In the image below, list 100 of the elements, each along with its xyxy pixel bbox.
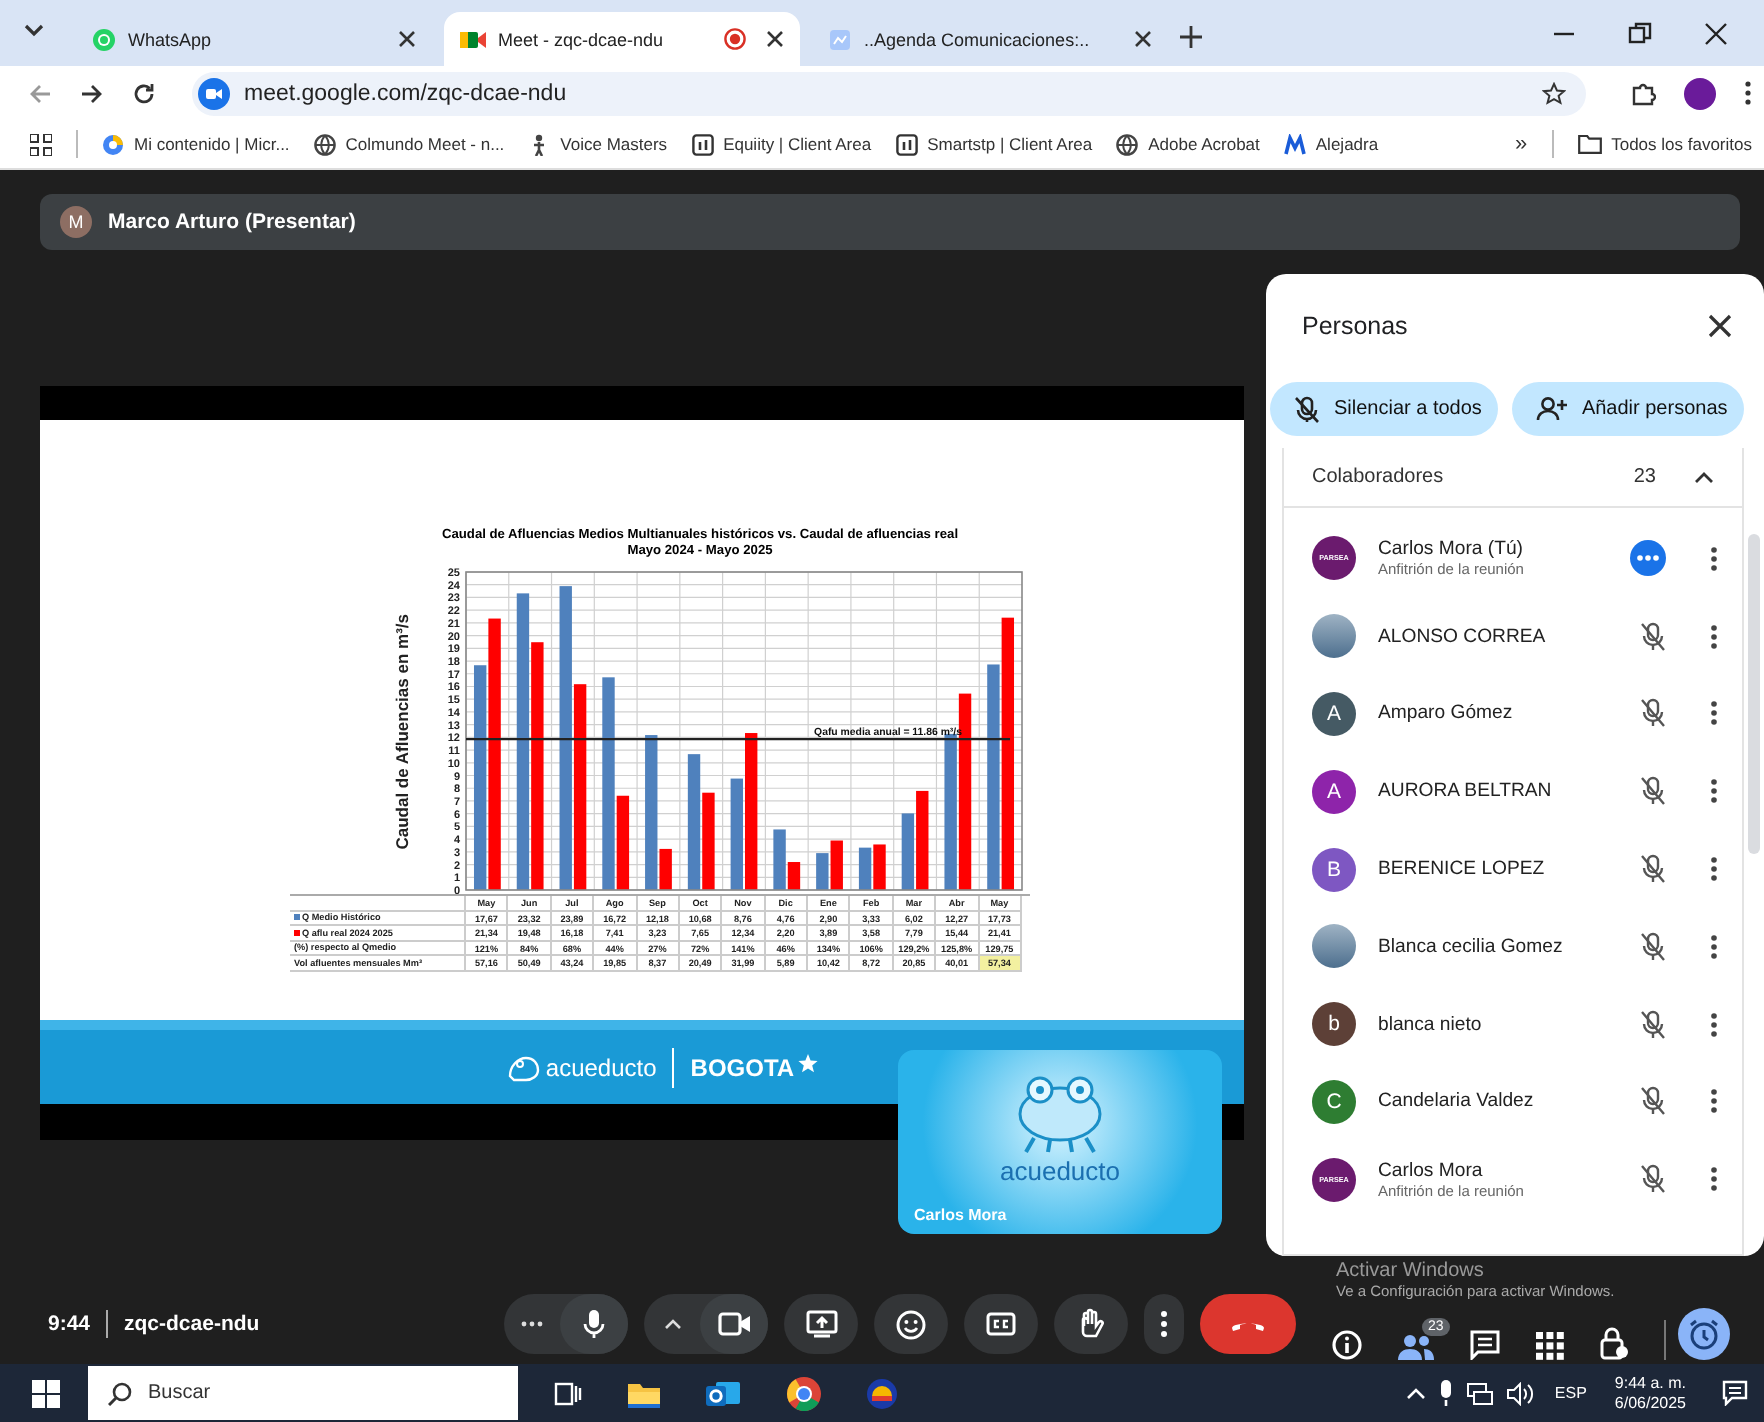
address-bar[interactable]: meet.google.com/zqc-dcae-ndu <box>192 71 1586 115</box>
more-vertical-icon[interactable] <box>1710 1166 1718 1193</box>
profile-avatar[interactable] <box>1684 77 1716 109</box>
search-icon <box>108 1382 132 1406</box>
more-vertical-icon[interactable] <box>1710 545 1718 572</box>
chat-icon[interactable] <box>1470 1330 1500 1360</box>
all-bookmarks-link[interactable]: Todos los favoritos <box>1577 134 1752 154</box>
microphone-icon[interactable] <box>1438 1380 1455 1406</box>
present-screen-icon <box>805 1310 837 1338</box>
section-header[interactable]: Colaboradores 23 <box>1284 448 1742 508</box>
bookmark-link[interactable]: Alejadra <box>1283 133 1379 155</box>
logo-text: acueducto <box>1000 1156 1120 1186</box>
muted-mic-icon[interactable] <box>1640 1086 1666 1117</box>
task-view-icon[interactable] <box>554 1381 582 1405</box>
more-vertical-icon[interactable] <box>1710 856 1718 883</box>
muted-mic-icon[interactable] <box>1640 776 1666 807</box>
emoji-button[interactable] <box>874 1294 948 1354</box>
add-person-icon <box>1535 396 1568 422</box>
browser-tab[interactable]: WhatsApp <box>76 12 432 66</box>
avatar-initial: A <box>1312 769 1356 814</box>
microphone-button[interactable] <box>560 1294 628 1354</box>
bookmark-link[interactable]: Colmundo Meet - n... <box>313 133 505 155</box>
new-tab-icon[interactable] <box>1180 26 1202 48</box>
microphone-icon <box>582 1308 606 1340</box>
muted-mic-icon[interactable] <box>1640 1164 1666 1195</box>
more-vertical-icon[interactable] <box>1710 623 1718 650</box>
emoji-icon <box>896 1309 926 1339</box>
close-icon[interactable] <box>1704 22 1728 46</box>
more-vertical-icon[interactable] <box>1710 1088 1718 1115</box>
raise-hand-button[interactable] <box>1054 1294 1128 1354</box>
more-vertical-icon[interactable] <box>1710 700 1718 727</box>
restore-icon[interactable] <box>1628 22 1652 46</box>
chat-bubble-icon <box>92 27 116 51</box>
meeting-code: zqc-dcae-ndu <box>124 1312 260 1336</box>
close-icon[interactable] <box>398 30 416 48</box>
bookmark-link[interactable]: Voice Masters <box>528 133 668 155</box>
muted-mic-icon[interactable] <box>1640 621 1666 652</box>
network-icon[interactable] <box>1466 1381 1495 1405</box>
square-logo-icon <box>895 133 918 155</box>
square-logo-icon <box>691 133 714 155</box>
reload-icon[interactable] <box>132 81 156 105</box>
bookmark-link[interactable]: Smartstp | Client Area <box>895 133 1093 155</box>
input-language[interactable]: ESP <box>1554 1384 1587 1402</box>
browser-tab[interactable]: ..Agenda Comunicaciones:.. <box>812 12 1168 66</box>
phone-hangup-button[interactable] <box>1200 1294 1296 1354</box>
close-icon[interactable] <box>766 30 784 48</box>
mail-app-icon[interactable] <box>706 1377 742 1409</box>
caret-up-icon <box>663 1318 681 1330</box>
mute-all-button[interactable]: Silenciar a todos <box>1270 382 1498 436</box>
participant-name: AURORA BELTRAN <box>1378 780 1554 803</box>
people-icon[interactable] <box>1398 1334 1434 1360</box>
avatar-initial: C <box>1312 1079 1356 1124</box>
muted-mic-icon[interactable] <box>1640 1009 1666 1040</box>
browser-tab[interactable]: Meet - zqc-dcae-ndu <box>444 12 800 66</box>
close-icon[interactable] <box>1708 313 1732 337</box>
clock-time[interactable]: 9:44 a. m. <box>1614 1373 1686 1393</box>
puzzle-icon[interactable] <box>1630 80 1656 106</box>
captions-button[interactable] <box>964 1294 1038 1354</box>
more-vertical-icon[interactable] <box>1710 778 1718 805</box>
more-vertical-icon[interactable] <box>1744 80 1752 106</box>
avatar-photo <box>1312 614 1356 659</box>
camera-button[interactable] <box>700 1294 768 1354</box>
info-icon[interactable] <box>1332 1330 1362 1360</box>
more-horizontal-icon[interactable] <box>1630 540 1666 577</box>
add-people-button[interactable]: Añadir personas <box>1511 382 1744 436</box>
star-icon <box>798 1053 819 1073</box>
bookmark-link[interactable]: Adobe Acrobat <box>1116 133 1260 155</box>
folder-icon[interactable] <box>626 1379 662 1407</box>
browser-app-icon[interactable] <box>786 1375 822 1411</box>
city-name: BOGOTA <box>690 1053 795 1081</box>
more-vertical-button[interactable] <box>1144 1294 1184 1354</box>
muted-mic-icon <box>1294 395 1320 423</box>
notifications-icon[interactable] <box>1722 1380 1748 1406</box>
bookmark-link[interactable]: Equiity | Client Area <box>691 133 872 155</box>
more-vertical-icon[interactable] <box>1710 933 1718 960</box>
avatar-initial: B <box>1312 847 1356 892</box>
alarm-clock-button[interactable] <box>1678 1308 1730 1360</box>
present-screen-button[interactable] <box>784 1294 858 1354</box>
muted-mic-icon[interactable] <box>1640 931 1666 962</box>
close-icon[interactable] <box>1134 30 1152 48</box>
search-field[interactable]: Buscar <box>88 1366 518 1420</box>
speaker-icon[interactable] <box>1506 1381 1535 1405</box>
app-round-icon[interactable] <box>866 1377 898 1409</box>
back-arrow-icon[interactable] <box>28 81 52 105</box>
more-vertical-icon[interactable] <box>1710 1011 1718 1038</box>
chevron-up-icon[interactable] <box>1406 1386 1427 1400</box>
bookmark-link[interactable]: Mi contenido | Micr... <box>102 133 290 155</box>
lock-person-icon[interactable] <box>1600 1326 1628 1360</box>
apps-grid-icon[interactable] <box>30 133 52 155</box>
page-icon <box>828 27 852 51</box>
apps-grid-icon[interactable] <box>1536 1332 1564 1360</box>
muted-mic-icon[interactable] <box>1640 698 1666 729</box>
more-bookmarks-button[interactable]: » <box>1514 132 1528 156</box>
clock-date[interactable]: 6/06/2025 <box>1614 1393 1686 1413</box>
windows-start-icon[interactable] <box>32 1379 60 1407</box>
axis-title: Caudal de Afluencias en m³/s <box>392 613 414 849</box>
forward-arrow-icon[interactable] <box>80 81 104 105</box>
muted-mic-icon[interactable] <box>1640 854 1666 885</box>
star-icon[interactable] <box>1542 81 1566 105</box>
globe-icon <box>1116 133 1139 155</box>
